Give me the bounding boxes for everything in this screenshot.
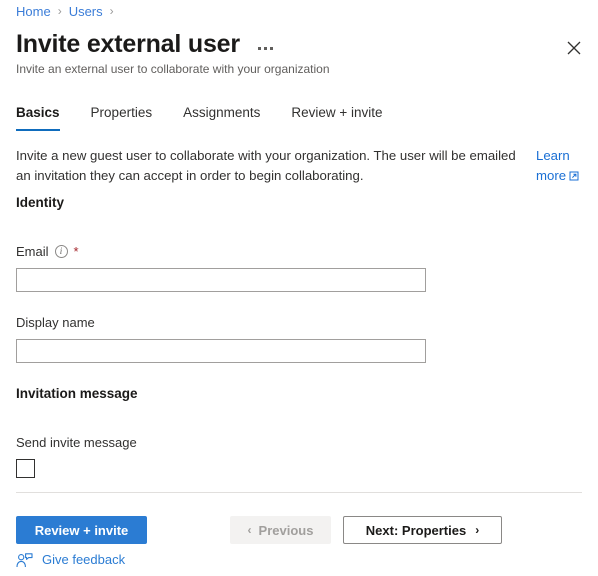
description-block: Invite a new guest user to collaborate w… [16, 146, 582, 187]
review-invite-button[interactable]: Review + invite [16, 516, 147, 544]
page-subtitle: Invite an external user to collaborate w… [16, 62, 330, 76]
email-label-text: Email [16, 244, 49, 259]
tab-properties[interactable]: Properties [91, 104, 153, 131]
section-heading-identity: Identity [16, 195, 65, 210]
breadcrumb-item-users[interactable]: Users [69, 3, 103, 20]
breadcrumb-separator-icon: › [109, 4, 114, 18]
previous-button-label: Previous [258, 522, 314, 538]
give-feedback-label: Give feedback [42, 552, 126, 567]
breadcrumb-item-home[interactable]: Home [16, 3, 51, 20]
title-row: Invite external user [16, 28, 275, 60]
section-heading-invitation-message: Invitation message [16, 386, 138, 401]
next-properties-button[interactable]: Next: Properties › [343, 516, 502, 544]
display-name-label-text: Display name [16, 315, 95, 330]
chevron-right-icon: › [475, 523, 480, 537]
learn-more-label: Learn more [536, 148, 570, 183]
close-icon[interactable] [558, 32, 590, 64]
required-asterisk: * [73, 244, 79, 259]
display-name-field-label: Display name [16, 314, 95, 331]
send-invite-message-checkbox[interactable] [16, 459, 35, 478]
email-input[interactable] [16, 268, 426, 292]
email-field-label: Email i * [16, 243, 79, 260]
tab-basics[interactable]: Basics [16, 104, 60, 131]
info-icon[interactable]: i [54, 245, 68, 258]
breadcrumb-separator-icon: › [57, 4, 62, 18]
page-title: Invite external user [16, 30, 240, 58]
more-options-icon[interactable] [256, 43, 275, 54]
give-feedback-button[interactable]: Give feedback [16, 551, 125, 569]
send-invite-message-label: Send invite message [16, 435, 137, 450]
person-feedback-icon [16, 552, 33, 568]
tab-review-invite[interactable]: Review + invite [291, 104, 382, 131]
footer-divider [16, 492, 582, 493]
description-text: Invite a new guest user to collaborate w… [16, 148, 516, 183]
learn-more-link[interactable]: Learn more [536, 146, 582, 187]
breadcrumb: Home › Users › [16, 3, 121, 20]
display-name-input[interactable] [16, 339, 426, 363]
previous-button[interactable]: ‹ Previous [230, 516, 331, 544]
external-link-icon [569, 167, 579, 187]
chevron-left-icon: ‹ [247, 523, 252, 537]
tab-assignments[interactable]: Assignments [183, 104, 260, 131]
next-button-label: Next: Properties [365, 522, 467, 538]
tab-bar: Basics Properties Assignments Review + i… [16, 101, 414, 131]
